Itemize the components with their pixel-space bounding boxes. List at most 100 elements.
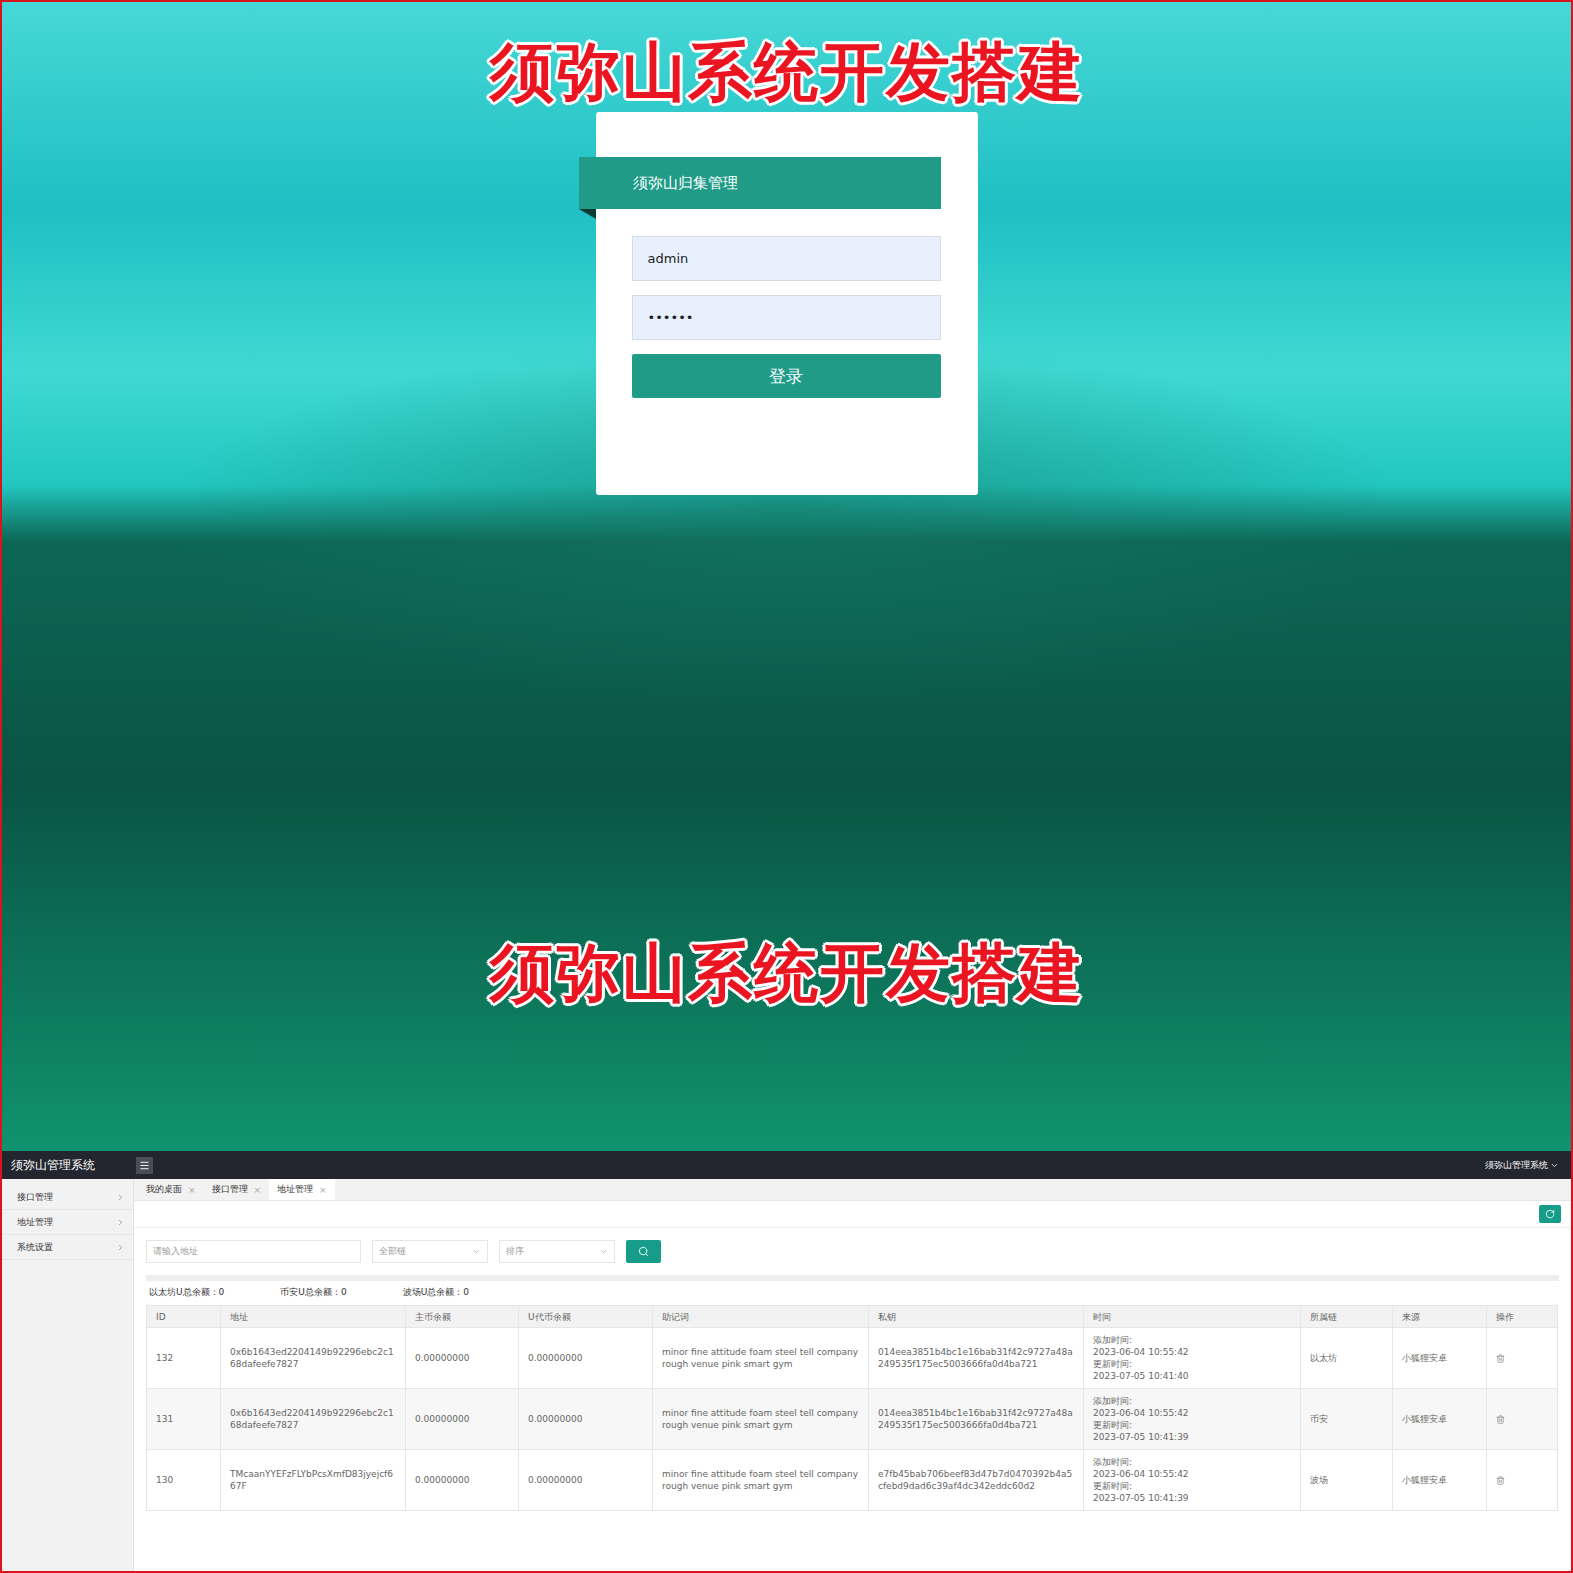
address-cell: 0x6b1643ed2204149b92296ebc2c168dafeefe78…: [221, 1328, 406, 1388]
id-cell: 132: [147, 1328, 221, 1388]
refresh-row: [134, 1201, 1571, 1228]
column-header: ID: [147, 1306, 221, 1327]
main-balance-cell: 0.00000000: [406, 1389, 519, 1449]
time-line: 更新时间:: [1093, 1419, 1291, 1431]
content: 请输入地址全部链排序以太坊U总余额：0币安U总余额：0波场U总余额：0ID地址主…: [134, 1228, 1571, 1511]
admin-body: 接口管理地址管理系统设置我的桌面×接口管理×地址管理×请输入地址全部链排序以太坊…: [2, 1179, 1571, 1571]
time-cell: 添加时间:2023-06-04 10:55:42更新时间:2023-07-05 …: [1084, 1389, 1301, 1449]
search-button[interactable]: [626, 1240, 661, 1263]
caret-icon: [1550, 1161, 1559, 1170]
delete-icon[interactable]: [1496, 1354, 1505, 1363]
filter-row: 请输入地址全部链排序: [146, 1240, 1559, 1263]
address-cell: 0x6b1643ed2204149b92296ebc2c168dafeefe78…: [221, 1389, 406, 1449]
tab-close[interactable]: ×: [254, 1185, 262, 1195]
chevron-icon: [116, 1193, 125, 1202]
divider: [146, 1275, 1559, 1281]
tab-close[interactable]: ×: [319, 1185, 327, 1195]
token-balance-cell: 0.00000000: [519, 1450, 653, 1510]
mnemonic-cell: minor fine attitude foam steel tell comp…: [653, 1450, 869, 1510]
action-cell: [1487, 1328, 1557, 1388]
ribbon-fold: [579, 209, 596, 219]
address-table: ID地址主币余额U代币余额助记词私钥时间所属链来源操作1320x6b1643ed…: [146, 1305, 1558, 1511]
password-input[interactable]: [632, 295, 941, 340]
source-cell: 小狐狸安卓: [1393, 1450, 1487, 1510]
column-header: 操作: [1487, 1306, 1557, 1327]
dropdown-icon: [599, 1247, 608, 1256]
source-cell: 小狐狸安卓: [1393, 1328, 1487, 1388]
dropdown-icon: [472, 1247, 481, 1256]
token-balance-cell: 0.00000000: [519, 1389, 653, 1449]
login-form: 登录: [632, 236, 941, 398]
tab[interactable]: 我的桌面×: [138, 1179, 204, 1200]
main-balance-cell: 0.00000000: [406, 1450, 519, 1510]
id-cell: 131: [147, 1389, 221, 1449]
tab-close[interactable]: ×: [188, 1185, 196, 1195]
table-header: ID地址主币余额U代币余额助记词私钥时间所属链来源操作: [147, 1306, 1557, 1328]
column-header: 来源: [1393, 1306, 1487, 1327]
login-card: 须弥山归集管理登录: [596, 112, 978, 495]
user-menu[interactable]: 须弥山管理系统: [1485, 1159, 1571, 1172]
column-header: 助记词: [653, 1306, 869, 1327]
time-line: 2023-07-05 10:41:39: [1093, 1492, 1291, 1504]
tab-bar: 我的桌面×接口管理×地址管理×: [134, 1179, 1571, 1201]
chain-select[interactable]: 全部链: [372, 1240, 488, 1263]
column-header: 所属链: [1301, 1306, 1393, 1327]
action-cell: [1487, 1450, 1557, 1510]
private-key-cell: e7fb45bab706beef83d47b7d0470392b4a5cfebd…: [869, 1450, 1084, 1510]
delete-icon[interactable]: [1496, 1415, 1505, 1424]
app-title: 须弥山管理系统: [2, 1157, 134, 1174]
sidebar-item[interactable]: 系统设置: [2, 1235, 133, 1260]
column-header: U代币余额: [519, 1306, 653, 1327]
time-line: 2023-06-04 10:55:42: [1093, 1346, 1291, 1358]
address-cell: TMcaanYYEFzFLYbPcsXmfD83jyejcf667F: [221, 1450, 406, 1510]
time-line: 2023-07-05 10:41:40: [1093, 1370, 1291, 1382]
top-bar: 须弥山管理系统 须弥山管理系统: [2, 1151, 1571, 1179]
refresh-icon: [1545, 1209, 1555, 1219]
action-cell: [1487, 1389, 1557, 1449]
tab[interactable]: 地址管理×: [269, 1179, 335, 1200]
delete-icon[interactable]: [1496, 1476, 1505, 1485]
chain-cell: 波场: [1301, 1450, 1393, 1510]
login-hero: 须弥山系统开发搭建须弥山归集管理登录须弥山系统开发搭建: [2, 2, 1571, 1151]
column-header: 主币余额: [406, 1306, 519, 1327]
private-key-cell: 014eea3851b4bc1e16bab31f42c9727a48a24953…: [869, 1328, 1084, 1388]
banner-text: 须弥山系统开发搭建: [490, 937, 1084, 1009]
mnemonic-cell: minor fine attitude foam steel tell comp…: [653, 1328, 869, 1388]
sidebar-item[interactable]: 接口管理: [2, 1185, 133, 1210]
id-cell: 130: [147, 1450, 221, 1510]
sidebar-item[interactable]: 地址管理: [2, 1210, 133, 1235]
address-search-input[interactable]: 请输入地址: [146, 1240, 361, 1263]
time-line: 2023-07-05 10:41:39: [1093, 1431, 1291, 1443]
table-row[interactable]: 1320x6b1643ed2204149b92296ebc2c168dafeef…: [147, 1328, 1557, 1389]
search-icon: [638, 1246, 649, 1257]
time-line: 添加时间:: [1093, 1334, 1291, 1346]
tab[interactable]: 接口管理×: [204, 1179, 270, 1200]
column-header: 地址: [221, 1306, 406, 1327]
chain-cell: 币安: [1301, 1389, 1393, 1449]
login-button[interactable]: 登录: [632, 354, 941, 398]
page: 须弥山系统开发搭建须弥山归集管理登录须弥山系统开发搭建须弥山管理系统须弥山管理系…: [0, 0, 1573, 1573]
menu-icon: [139, 1160, 150, 1171]
table-row[interactable]: 1310x6b1643ed2204149b92296ebc2c168dafeef…: [147, 1389, 1557, 1450]
time-line: 2023-06-04 10:55:42: [1093, 1407, 1291, 1419]
username-input[interactable]: [632, 236, 941, 281]
sort-select[interactable]: 排序: [499, 1240, 615, 1263]
token-balance-cell: 0.00000000: [519, 1328, 653, 1388]
time-cell: 添加时间:2023-06-04 10:55:42更新时间:2023-07-05 …: [1084, 1328, 1301, 1388]
total-balance: 波场U总余额：0: [403, 1286, 469, 1299]
menu-toggle[interactable]: [136, 1157, 153, 1174]
total-balance: 以太坊U总余额：0: [149, 1286, 224, 1299]
time-line: 更新时间:: [1093, 1480, 1291, 1492]
time-cell: 添加时间:2023-06-04 10:55:42更新时间:2023-07-05 …: [1084, 1450, 1301, 1510]
time-line: 添加时间:: [1093, 1395, 1291, 1407]
chevron-icon: [116, 1218, 125, 1227]
time-line: 更新时间:: [1093, 1358, 1291, 1370]
refresh-button[interactable]: [1539, 1205, 1561, 1223]
chevron-icon: [116, 1243, 125, 1252]
table-row[interactable]: 130TMcaanYYEFzFLYbPcsXmfD83jyejcf667F0.0…: [147, 1450, 1557, 1511]
chain-cell: 以太坊: [1301, 1328, 1393, 1388]
sidebar: 接口管理地址管理系统设置: [2, 1179, 134, 1571]
admin-panel: 须弥山管理系统须弥山管理系统接口管理地址管理系统设置我的桌面×接口管理×地址管理…: [2, 1151, 1571, 1571]
login-title: 须弥山归集管理: [579, 157, 941, 209]
main: 我的桌面×接口管理×地址管理×请输入地址全部链排序以太坊U总余额：0币安U总余额…: [134, 1179, 1571, 1571]
